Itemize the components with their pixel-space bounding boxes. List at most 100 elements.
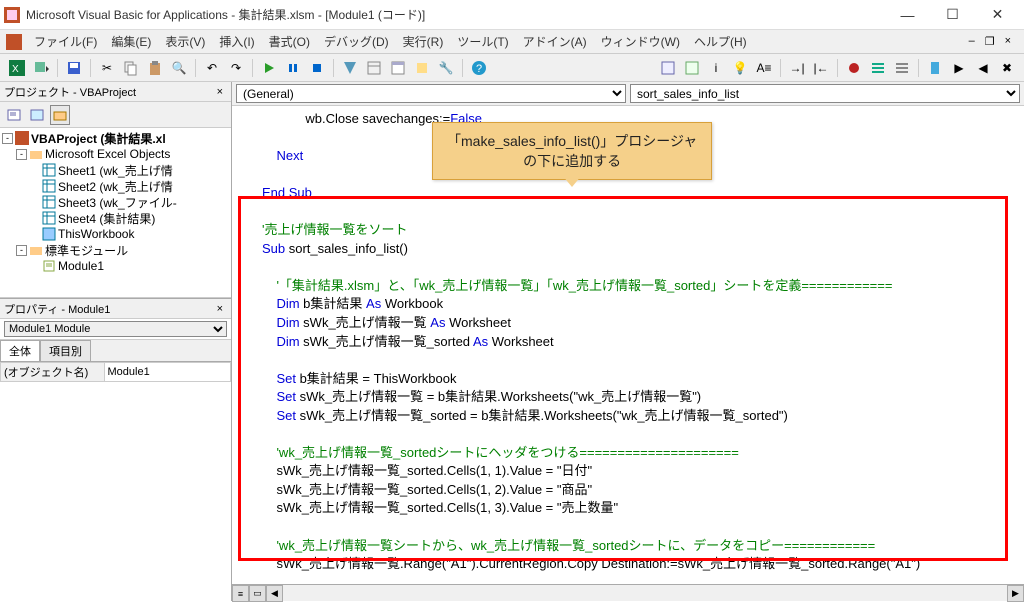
sheet-icon <box>42 211 56 225</box>
project-tree[interactable]: -VBAProject (集計結果.xl -Microsoft Excel Ob… <box>0 128 231 298</box>
properties-button[interactable] <box>387 57 409 79</box>
menu-run[interactable]: 実行(R) <box>397 31 450 52</box>
sheet-icon <box>42 195 56 209</box>
redo-button[interactable]: ↷ <box>225 57 247 79</box>
tree-sheet4[interactable]: Sheet4 (集計結果) <box>58 210 155 227</box>
object-browser-button[interactable] <box>411 57 433 79</box>
help-button[interactable]: ? <box>468 57 490 79</box>
vba-small-icon <box>6 34 22 50</box>
svg-text:?: ? <box>476 63 482 75</box>
paste-button[interactable] <box>144 57 166 79</box>
save-button[interactable] <box>63 57 85 79</box>
properties-tab-categorized[interactable]: 項目別 <box>40 340 91 361</box>
properties-tab-all[interactable]: 全体 <box>0 340 40 361</box>
outdent-button[interactable]: |← <box>810 57 832 79</box>
tree-sheet1[interactable]: Sheet1 (wk_売上げ情 <box>58 162 173 179</box>
list-properties-button[interactable] <box>657 57 679 79</box>
design-mode-button[interactable] <box>339 57 361 79</box>
tree-thisworkbook[interactable]: ThisWorkbook <box>58 227 134 241</box>
tree-collapse-icon[interactable]: - <box>2 133 13 144</box>
breakpoint-button[interactable] <box>843 57 865 79</box>
insert-dropdown-button[interactable] <box>30 57 52 79</box>
close-button[interactable]: ✕ <box>975 0 1020 30</box>
mdi-close-button[interactable]: × <box>1002 34 1014 49</box>
properties-grid[interactable]: (オブジェクト名) Module1 <box>0 361 231 601</box>
project-pane-toolbar <box>0 102 231 128</box>
toolbox-button[interactable]: 🔧 <box>435 57 457 79</box>
folder-icon <box>29 147 43 161</box>
list-constants-button[interactable] <box>681 57 703 79</box>
menu-addins[interactable]: アドイン(A) <box>517 31 593 52</box>
menu-window[interactable]: ウィンドウ(W) <box>595 31 686 52</box>
workbook-icon <box>42 227 56 241</box>
break-button[interactable] <box>282 57 304 79</box>
reset-button[interactable] <box>306 57 328 79</box>
menu-file[interactable]: ファイル(F) <box>28 31 103 52</box>
prop-name-value[interactable]: Module1 <box>104 363 231 382</box>
scroll-right-button[interactable]: ▶ <box>1007 585 1024 602</box>
scroll-left-button[interactable]: ◀ <box>266 585 283 602</box>
parameter-info-button[interactable]: 💡 <box>729 57 751 79</box>
maximize-button[interactable]: ☐ <box>930 0 975 30</box>
code-area: (General) sort_sales_info_list 「make_sal… <box>232 82 1024 601</box>
undo-button[interactable]: ↶ <box>201 57 223 79</box>
tree-sheet3[interactable]: Sheet3 (wk_ファイル- <box>58 194 177 211</box>
tree-excel-objects[interactable]: Microsoft Excel Objects <box>45 147 170 161</box>
vba-project-icon <box>15 131 29 145</box>
full-module-view-button[interactable]: ≡ <box>232 585 249 602</box>
complete-word-button[interactable]: A≡ <box>753 57 775 79</box>
tree-sheet2[interactable]: Sheet2 (wk_売上げ情 <box>58 178 173 195</box>
view-code-button[interactable] <box>4 105 24 125</box>
tree-project-root[interactable]: VBAProject (集計結果.xl <box>31 130 166 147</box>
properties-pane-title: プロパティ - Module1 <box>4 301 110 317</box>
folder-icon <box>29 243 43 257</box>
view-excel-button[interactable]: X <box>6 57 28 79</box>
prev-bookmark-button[interactable]: ◀ <box>972 57 994 79</box>
clear-bookmarks-button[interactable]: ✖ <box>996 57 1018 79</box>
scroll-track[interactable] <box>283 585 1007 601</box>
tree-modules-folder[interactable]: 標準モジュール <box>45 242 128 259</box>
uncomment-block-button[interactable] <box>891 57 913 79</box>
menu-debug[interactable]: デバッグ(D) <box>318 31 395 52</box>
indent-button[interactable]: →| <box>786 57 808 79</box>
bookmark-button[interactable] <box>924 57 946 79</box>
project-pane-close-button[interactable]: × <box>213 86 227 98</box>
copy-button[interactable] <box>120 57 142 79</box>
menu-tools[interactable]: ツール(T) <box>451 31 514 52</box>
menu-insert[interactable]: 挿入(I) <box>213 31 260 52</box>
properties-object-select[interactable]: Module1 Module <box>4 321 227 337</box>
cut-button[interactable]: ✂ <box>96 57 118 79</box>
comment-block-button[interactable] <box>867 57 889 79</box>
project-pane-title: プロジェクト - VBAProject <box>4 84 136 100</box>
menu-help[interactable]: ヘルプ(H) <box>688 31 753 52</box>
horizontal-scrollbar[interactable]: ≡ ▭ ◀ ▶ <box>232 584 1024 601</box>
next-bookmark-button[interactable]: ▶ <box>948 57 970 79</box>
run-button[interactable] <box>258 57 280 79</box>
code-editor[interactable]: 「make_sales_info_list()」プロシージャの下に追加する wb… <box>232 106 1024 584</box>
tree-collapse-icon[interactable]: - <box>16 245 27 256</box>
procedure-dropdown[interactable]: sort_sales_info_list <box>630 84 1020 103</box>
prop-name-label: (オブジェクト名) <box>1 363 105 382</box>
object-dropdown[interactable]: (General) <box>236 84 626 103</box>
toggle-folders-button[interactable] <box>50 105 70 125</box>
tree-collapse-icon[interactable]: - <box>16 149 27 160</box>
menu-view[interactable]: 表示(V) <box>159 31 211 52</box>
menu-edit[interactable]: 編集(E) <box>105 31 157 52</box>
properties-pane-close-button[interactable]: × <box>213 303 227 315</box>
sheet-icon <box>42 179 56 193</box>
mdi-minimize-button[interactable]: – <box>966 34 978 49</box>
view-object-button[interactable] <box>27 105 47 125</box>
project-pane-header: プロジェクト - VBAProject × <box>0 82 231 102</box>
minimize-button[interactable]: — <box>885 0 930 30</box>
procedure-view-button[interactable]: ▭ <box>249 585 266 602</box>
sheet-icon <box>42 163 56 177</box>
module-icon <box>42 259 56 273</box>
tree-module1[interactable]: Module1 <box>58 259 104 273</box>
toolbar: X ✂ 🔍 ↶ ↷ 🔧 ? i 💡 A≡ →| |← ▶ ◀ ✖ <box>0 54 1024 82</box>
quick-info-button[interactable]: i <box>705 57 727 79</box>
project-explorer-button[interactable] <box>363 57 385 79</box>
menu-format[interactable]: 書式(O) <box>263 31 316 52</box>
find-button[interactable]: 🔍 <box>168 57 190 79</box>
mdi-restore-button[interactable]: ❐ <box>982 34 998 49</box>
title-bar: Microsoft Visual Basic for Applications … <box>0 0 1024 30</box>
